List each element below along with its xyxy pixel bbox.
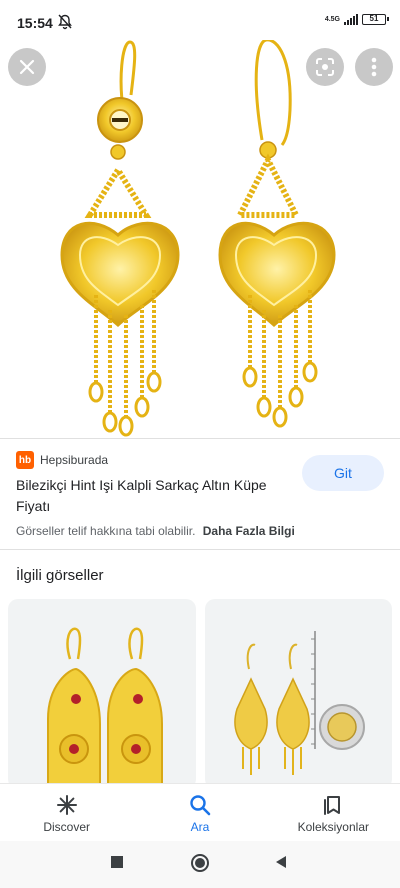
lens-button[interactable] <box>306 48 344 86</box>
system-navigation-bar <box>0 841 400 888</box>
recent-apps-icon[interactable] <box>110 855 124 869</box>
copyright-text: Görseller telif hakkına tabi olabilir. <box>16 524 196 538</box>
copyright-notice: Görseller telif hakkına tabi olabilir. D… <box>16 524 295 538</box>
collections-icon <box>324 796 341 815</box>
earrings-image <box>60 40 336 437</box>
close-icon <box>19 59 35 75</box>
more-options-button[interactable] <box>355 48 393 86</box>
earrings-with-coin-thumbnail <box>234 631 365 775</box>
source-logo: hb <box>16 451 34 469</box>
network-type: 4.5G <box>324 16 340 23</box>
nav-collections[interactable]: Koleksiyonlar <box>267 784 400 841</box>
source-name: Hepsiburada <box>40 453 109 467</box>
result-title[interactable]: Bilezikçi Hint Işi Kalpli Sarkaç Altın K… <box>16 475 298 517</box>
more-info-link[interactable]: Daha Fazla Bilgi <box>203 524 295 538</box>
nav-discover[interactable]: Discover <box>0 784 133 841</box>
bell-off-icon <box>58 14 72 30</box>
visit-button[interactable]: Git <box>302 455 384 491</box>
related-images-title: İlgili görseller <box>16 567 104 584</box>
divider <box>0 549 400 550</box>
close-button[interactable] <box>8 48 46 86</box>
battery-icon: 51 <box>362 14 389 25</box>
image-viewer[interactable] <box>0 40 400 438</box>
status-time: 15:54 <box>17 15 53 31</box>
lens-icon <box>316 58 334 76</box>
related-image-2[interactable] <box>205 599 392 789</box>
search-icon <box>190 795 211 816</box>
home-icon[interactable] <box>190 853 210 873</box>
divider <box>0 438 400 439</box>
earrings-thumbnail <box>47 627 163 789</box>
asterisk-icon <box>56 795 77 815</box>
battery-level: 51 <box>369 14 379 23</box>
more-vert-icon <box>371 57 377 77</box>
source-row[interactable]: hb Hepsiburada <box>16 451 108 469</box>
signal-icon <box>344 14 358 25</box>
related-image-1[interactable] <box>8 599 196 789</box>
nav-search[interactable]: Ara <box>133 784 266 841</box>
bottom-navigation: Discover Ara Koleksiyonlar <box>0 783 400 841</box>
back-icon[interactable] <box>274 855 288 869</box>
nav-search-label: Ara <box>190 820 210 834</box>
status-bar: 15:54 4.5G 51 <box>0 0 400 40</box>
nav-collections-label: Koleksiyonlar <box>297 820 369 834</box>
nav-discover-label: Discover <box>43 820 90 834</box>
